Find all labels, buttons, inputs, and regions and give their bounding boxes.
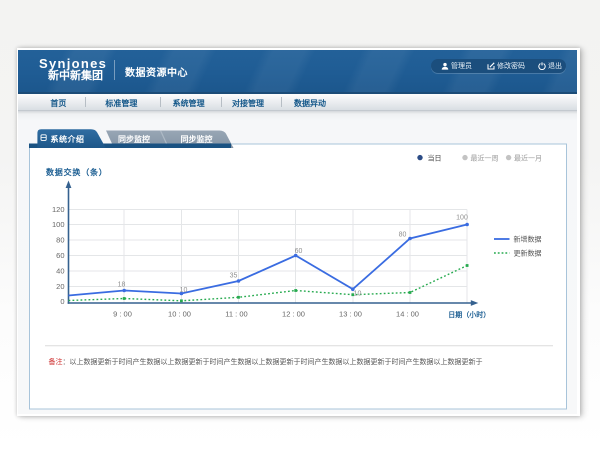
svg-text:10 : 00: 10 : 00	[168, 310, 191, 319]
svg-text:更新数据: 更新数据	[514, 249, 542, 258]
svg-text:14 : 00: 14 : 00	[396, 310, 419, 319]
svg-text:100: 100	[456, 215, 468, 222]
svg-text:11 : 00: 11 : 00	[225, 310, 247, 319]
svg-text:最近一周: 最近一周	[471, 153, 499, 162]
svg-text:40: 40	[56, 266, 64, 275]
svg-text:10: 10	[354, 291, 362, 298]
svg-text:35: 35	[230, 273, 238, 280]
svg-text:80: 80	[399, 232, 407, 239]
svg-text:60: 60	[56, 251, 64, 260]
svg-text:当日: 当日	[428, 153, 442, 162]
svg-text:日期（小时）: 日期（小时）	[448, 310, 490, 319]
svg-text:系统介绍: 系统介绍	[51, 134, 85, 144]
svg-text:备注：以上数据更新于时间产生数据以上数据更新于时间产生数据以: 备注：以上数据更新于时间产生数据以上数据更新于时间产生数据以上数据更新于时间产生…	[49, 357, 483, 366]
svg-text:0: 0	[60, 297, 64, 306]
svg-text:数据交换（条）: 数据交换（条）	[46, 167, 108, 177]
svg-text:120: 120	[52, 205, 65, 214]
svg-text:20: 20	[56, 282, 64, 291]
svg-text:同步监控: 同步监控	[181, 134, 213, 144]
svg-text:18: 18	[118, 281, 126, 288]
svg-text:同步监控: 同步监控	[118, 134, 150, 144]
svg-text:新增数据: 新增数据	[514, 235, 542, 244]
svg-text:12 : 00: 12 : 00	[282, 310, 305, 319]
svg-text:最近一月: 最近一月	[514, 153, 542, 162]
svg-text:10: 10	[180, 287, 188, 294]
svg-text:60: 60	[295, 248, 303, 255]
svg-text:80: 80	[56, 236, 64, 245]
svg-text:100: 100	[52, 220, 65, 229]
svg-text:13 : 00: 13 : 00	[339, 310, 362, 319]
svg-text:9 : 00: 9 : 00	[113, 310, 132, 319]
